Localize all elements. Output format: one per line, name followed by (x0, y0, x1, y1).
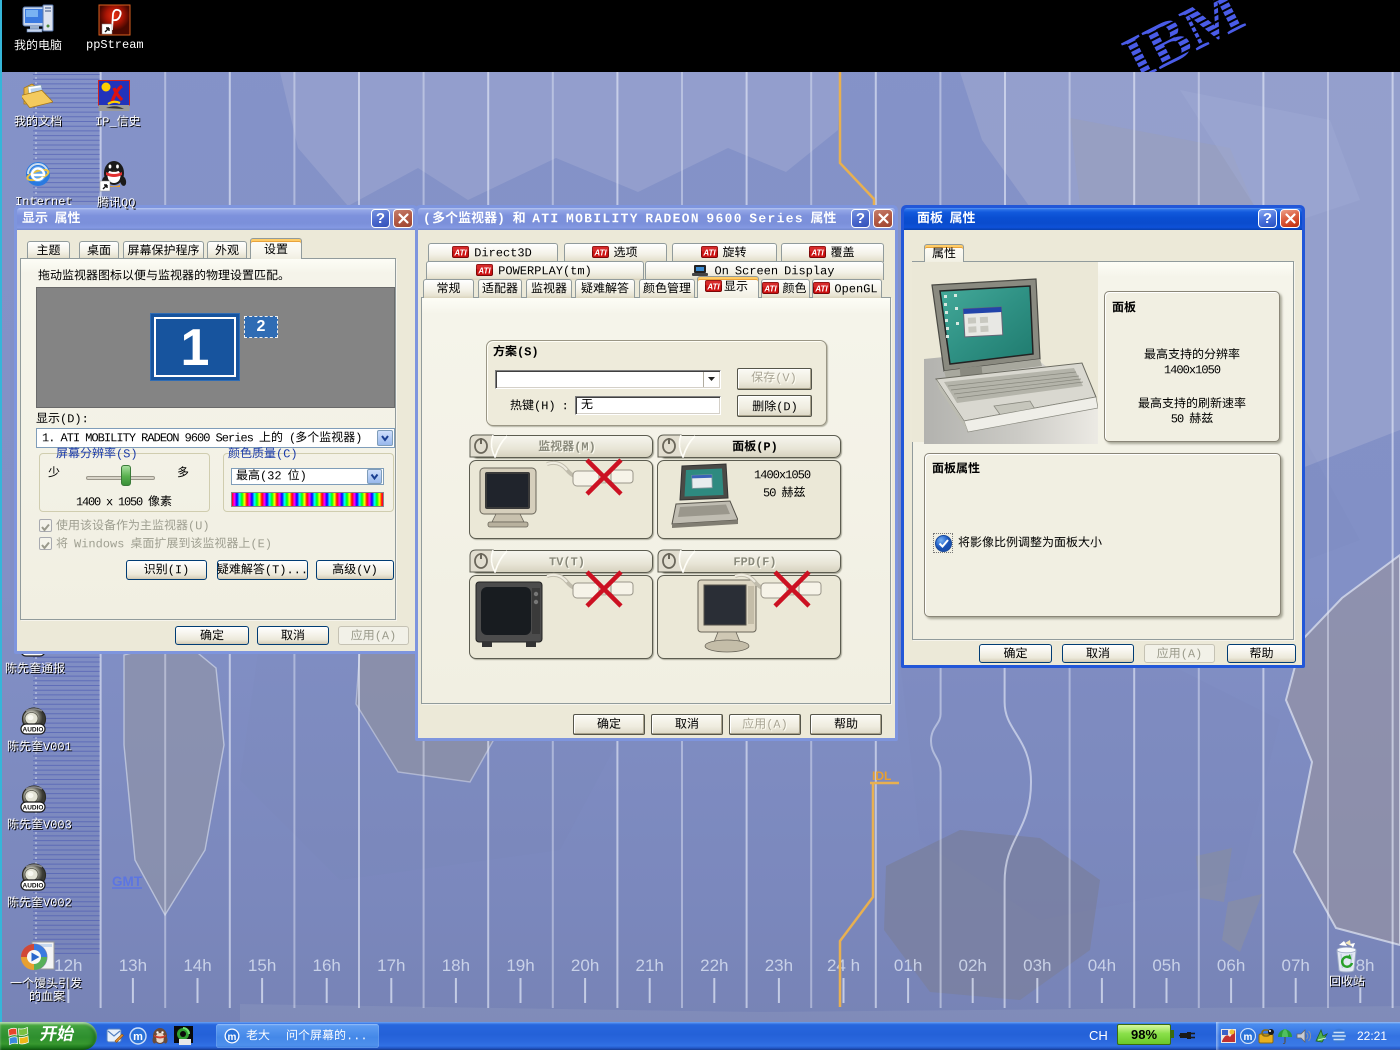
svg-text:17h: 17h (377, 956, 405, 975)
svg-text:22h: 22h (700, 956, 728, 975)
svg-text:ATI: ATI (593, 249, 607, 258)
svg-text:ATI: ATI (810, 249, 824, 258)
svg-text:ATI: ATI (815, 285, 829, 294)
svg-text:01h: 01h (894, 956, 922, 975)
svg-text:20h: 20h (571, 956, 599, 975)
svg-text:ATI: ATI (763, 285, 777, 294)
svg-text:m: m (133, 1031, 143, 1043)
svg-text:m: m (228, 1032, 237, 1043)
svg-text:24 h: 24 h (827, 956, 860, 975)
svg-text:19h: 19h (506, 956, 534, 975)
svg-text:05h: 05h (1152, 956, 1180, 975)
svg-text:GMT: GMT (112, 874, 143, 889)
svg-text:m: m (1244, 1032, 1253, 1043)
svg-text:ATI: ATI (706, 283, 720, 292)
svg-text:13h: 13h (119, 956, 147, 975)
svg-text:21h: 21h (636, 956, 664, 975)
svg-text:02h: 02h (959, 956, 987, 975)
svg-text:07h: 07h (1282, 956, 1310, 975)
svg-text:18h: 18h (442, 956, 470, 975)
svg-text:16h: 16h (313, 956, 341, 975)
svg-text:23h: 23h (765, 956, 793, 975)
svg-text:AUDIO: AUDIO (23, 805, 44, 812)
svg-text:ATI: ATI (478, 267, 492, 276)
svg-text:06h: 06h (1217, 956, 1245, 975)
svg-text:04h: 04h (1088, 956, 1116, 975)
svg-text:12h: 12h (54, 956, 82, 975)
svg-text:IDL: IDL (872, 769, 891, 783)
svg-text:AUDIO: AUDIO (23, 727, 44, 734)
svg-text:15h: 15h (248, 956, 276, 975)
svg-text:ATI: ATI (454, 249, 468, 258)
svg-text:03h: 03h (1023, 956, 1051, 975)
svg-text:ATI: ATI (702, 249, 716, 258)
svg-text:AUDIO: AUDIO (23, 883, 44, 890)
svg-text:14h: 14h (183, 956, 211, 975)
